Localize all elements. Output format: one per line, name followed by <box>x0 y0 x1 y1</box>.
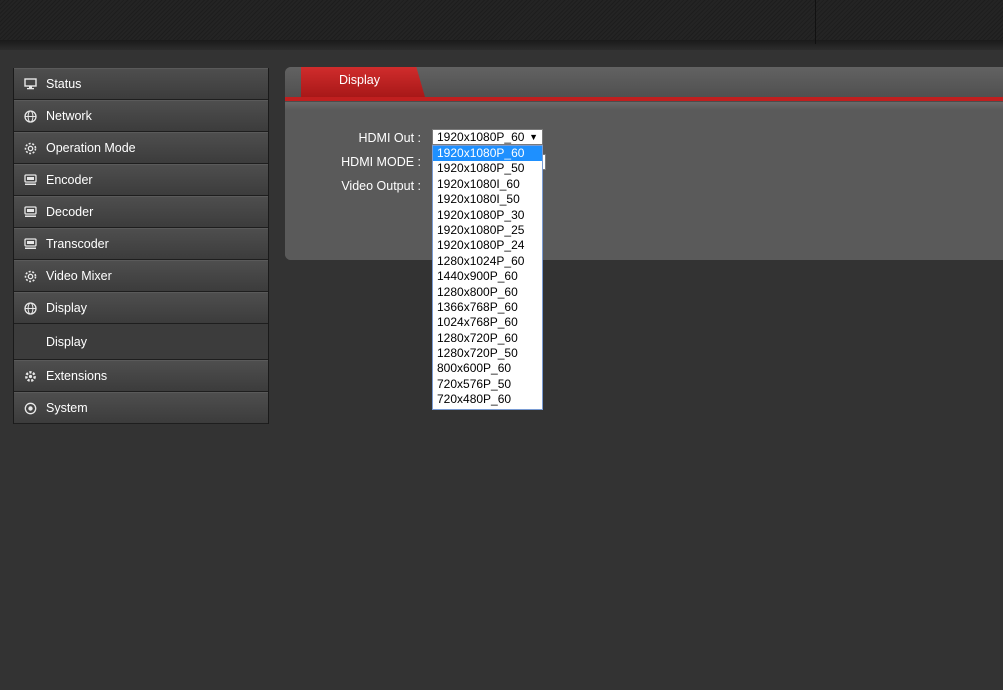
dropdown-option[interactable]: 1920x1080P_30 <box>433 208 542 223</box>
hdmi-out-selected-value: 1920x1080P_60 <box>437 130 525 144</box>
sidebar-item-transcoder[interactable]: Transcoder <box>14 228 268 260</box>
sidebar-item-decoder[interactable]: Decoder <box>14 196 268 228</box>
sidebar-item-label: System <box>46 401 88 415</box>
dropdown-option[interactable]: 1920x1080P_50 <box>433 161 542 176</box>
sidebar-item-operation-mode[interactable]: Operation Mode <box>14 132 268 164</box>
sidebar-item-label: Encoder <box>46 173 93 187</box>
sidebar-item-label: Operation Mode <box>46 141 136 155</box>
sidebar-item-extensions[interactable]: Extensions <box>14 360 268 392</box>
encoder-icon <box>23 173 37 187</box>
gear-icon <box>23 269 37 283</box>
hdmi-mode-label: HDMI MODE : <box>341 155 421 169</box>
dropdown-option[interactable]: 1280x800P_60 <box>433 285 542 300</box>
tab-display[interactable]: Display <box>301 67 425 97</box>
gear-icon <box>23 141 37 155</box>
dropdown-option[interactable]: 1920x1080I_50 <box>433 192 542 207</box>
globe-icon <box>23 109 37 123</box>
sidebar-item-label: Status <box>46 77 82 91</box>
cog-icon <box>23 369 37 383</box>
sidebar-item-label: Network <box>46 109 92 123</box>
hdmi-out-dropdown-list: 1920x1080P_60 1920x1080P_50 1920x1080I_60 1… <box>432 145 543 410</box>
dropdown-option[interactable]: 1280x720P_60 <box>433 331 542 346</box>
sidebar-item-display[interactable]: Display <box>14 292 268 324</box>
dropdown-option[interactable]: 1920x1080I_60 <box>433 177 542 192</box>
target-icon <box>23 401 37 415</box>
dropdown-option[interactable]: 720x576P_50 <box>433 377 542 392</box>
chevron-down-icon: ▼ <box>529 132 538 142</box>
dropdown-option[interactable]: 1920x1080P_60 <box>433 146 542 162</box>
dropdown-option[interactable]: 1920x1080P_25 <box>433 223 542 238</box>
panel-header: Display <box>285 67 1003 102</box>
header-band <box>0 40 1003 50</box>
panel-header-underline <box>285 97 1003 101</box>
sidebar-item-network[interactable]: Network <box>14 100 268 132</box>
sidebar-item-label: Video Mixer <box>46 269 112 283</box>
sidebar-item-label: Decoder <box>46 205 94 219</box>
hdmi-out-select[interactable]: 1920x1080P_60 ▼ <box>432 129 543 145</box>
monitor-icon <box>23 77 37 91</box>
dropdown-option[interactable]: 1366x768P_60 <box>433 300 542 315</box>
dropdown-option[interactable]: 1280x720P_50 <box>433 346 542 361</box>
sidebar-item-encoder[interactable]: Encoder <box>14 164 268 196</box>
sidebar-item-label: Display <box>46 301 87 315</box>
dropdown-option[interactable]: 1440x900P_60 <box>433 269 542 284</box>
hdmi-out-label: HDMI Out : <box>358 131 421 145</box>
dropdown-option[interactable]: 800x600P_60 <box>433 361 542 376</box>
sidebar-item-video-mixer[interactable]: Video Mixer <box>14 260 268 292</box>
sidebar-item-system[interactable]: System <box>14 392 268 424</box>
dropdown-option[interactable]: 1920x1080P_24 <box>433 238 542 253</box>
transcoder-icon <box>23 237 37 251</box>
header-divider <box>815 0 816 44</box>
dropdown-option[interactable]: 720x480P_60 <box>433 392 542 407</box>
sidebar-subitem-display[interactable]: Display <box>14 324 268 360</box>
sidebar-nav: Status Network Operation Mode Encoder De… <box>13 68 269 424</box>
dropdown-option[interactable]: 1280x1024P_60 <box>433 254 542 269</box>
sidebar-item-label: Transcoder <box>46 237 109 251</box>
sidebar-item-status[interactable]: Status <box>14 68 268 100</box>
dropdown-option[interactable]: 1024x768P_60 <box>433 315 542 330</box>
video-output-label: Video Output : <box>341 179 421 193</box>
sidebar-item-label: Extensions <box>46 369 108 383</box>
top-header-bar <box>0 0 1003 50</box>
decoder-icon <box>23 205 37 219</box>
sidebar-subitem-label: Display <box>46 334 87 349</box>
globe-icon <box>23 301 37 315</box>
